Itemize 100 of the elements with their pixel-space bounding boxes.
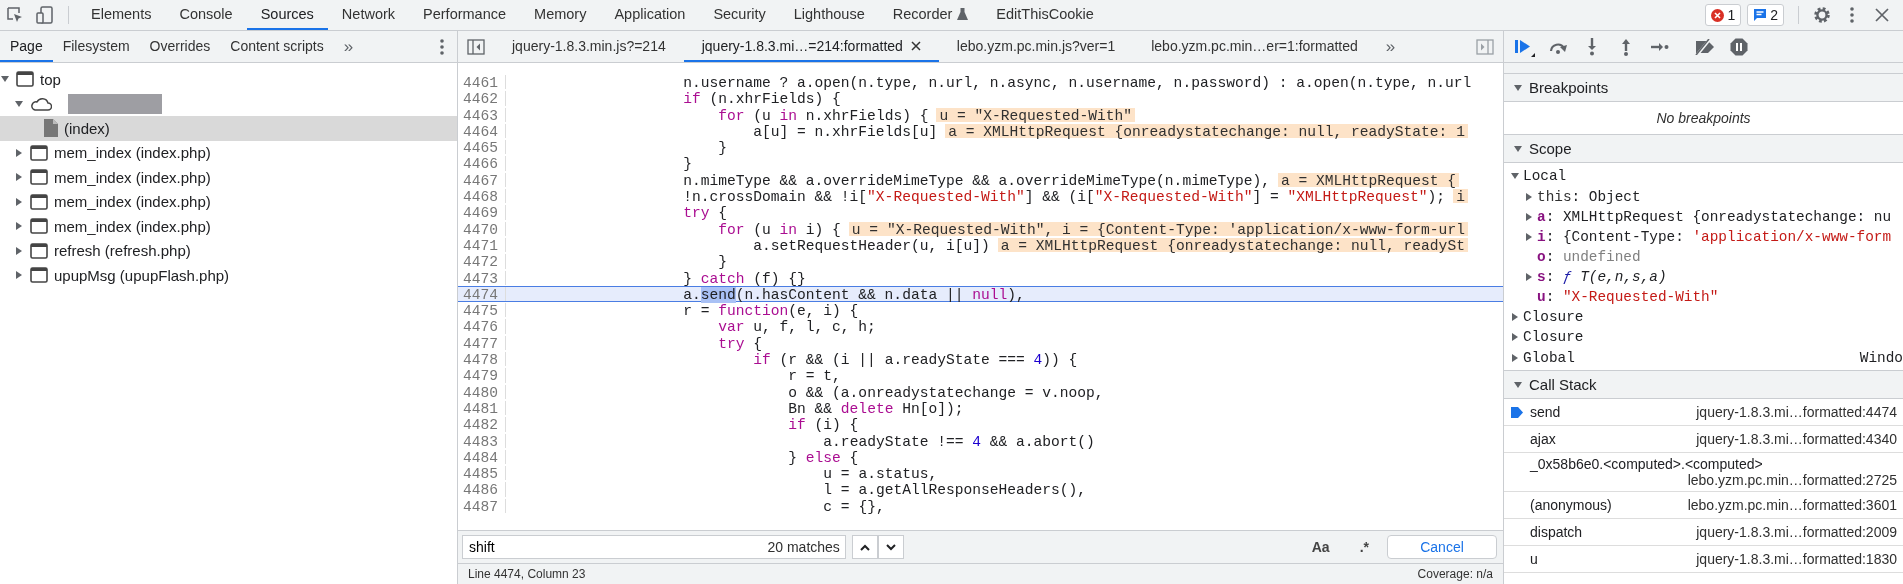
source-location[interactable]: jquery-1.8.3.mi…formatted:1830 (1686, 551, 1897, 567)
scope-group[interactable]: Local (1504, 166, 1903, 187)
disclosure-triangle-icon[interactable] (15, 222, 23, 231)
toggle-navigator-icon[interactable] (467, 38, 485, 55)
inspect-element-icon[interactable] (6, 6, 24, 24)
tree-item[interactable]: upupMsg (upupFlash.php) (0, 263, 457, 288)
disclosure-triangle-icon[interactable] (1, 75, 9, 84)
scope-variable: a: XMLHttpRequest {onreadystatechange: nu (1537, 208, 1892, 225)
tree-item[interactable]: mem_index (index.php) (0, 140, 457, 165)
call-frame[interactable]: (anonymous) lebo.yzm.pc.min…formatted:3601 (1504, 492, 1903, 519)
panel-tab[interactable]: Memory (520, 0, 601, 30)
navigator-tab[interactable]: Page (0, 31, 53, 62)
disclosure-triangle-icon[interactable] (15, 148, 23, 157)
line-number: 4482 (458, 417, 506, 432)
code-line: } catch (f) {} (683, 270, 806, 285)
panel-tab[interactable]: Recorder (878, 0, 983, 30)
file-tab[interactable]: jquery-1.8.3.mi…=214:formatted (683, 31, 939, 62)
settings-icon[interactable] (1813, 6, 1831, 24)
call-frame[interactable]: dispatch jquery-1.8.3.mi…formatted:2009 (1504, 519, 1903, 546)
source-location[interactable]: lebo.yzm.pc.min…formatted:3601 (1677, 497, 1897, 513)
navigator-tab[interactable]: Filesystem (52, 31, 140, 62)
regex-toggle[interactable]: .* (1347, 539, 1381, 555)
file-tab[interactable]: jquery-1.8.3.min.js?=214 (494, 31, 684, 62)
more-options-icon[interactable] (440, 38, 444, 55)
chevron-up-icon (859, 543, 870, 551)
panel-tab[interactable]: Lighthouse (779, 0, 879, 30)
code-line: } (683, 156, 692, 171)
disclosure-triangle-icon[interactable] (1511, 353, 1519, 362)
call-frame[interactable]: ajax jquery-1.8.3.mi…formatted:4340 (1504, 426, 1903, 453)
error-count-badge[interactable]: 1 (1705, 4, 1742, 26)
panel-tab[interactable]: Elements (77, 0, 166, 30)
scope-group[interactable]: Closure (1504, 327, 1903, 348)
match-case-toggle[interactable]: Aa (1299, 539, 1342, 555)
panel-tab[interactable]: Network (327, 0, 410, 30)
step-into-icon[interactable] (1587, 37, 1597, 56)
message-count-badge[interactable]: 2 (1747, 4, 1784, 26)
disclosure-triangle-icon[interactable] (1525, 212, 1533, 221)
code-line: c = {}, (823, 498, 885, 513)
more-options-icon[interactable] (1850, 7, 1854, 23)
toggle-debugger-icon[interactable] (1476, 38, 1494, 55)
device-toolbar-icon[interactable] (36, 6, 54, 24)
close-icon[interactable] (910, 40, 921, 51)
disclosure-triangle-icon[interactable] (1511, 333, 1519, 342)
section-header[interactable]: Breakpoints (1504, 74, 1903, 102)
disclosure-triangle-icon[interactable] (15, 173, 23, 182)
line-number: 4480 (458, 384, 506, 399)
tree-item[interactable]: mem_index (index.php) (0, 189, 457, 214)
tree-item-label: mem_index (index.php) (54, 144, 211, 162)
panel-tab[interactable]: Performance (409, 0, 521, 30)
section-header[interactable]: Scope (1504, 135, 1903, 163)
code-line: for (u in n.xhrFields) { (718, 107, 929, 122)
source-location[interactable]: lebo.yzm.pc.min…formatted:2725 (1677, 472, 1897, 488)
disclosure-triangle-icon[interactable] (1525, 192, 1533, 201)
pause-on-exceptions-icon[interactable] (1730, 37, 1748, 56)
panel-tab[interactable]: Application (600, 0, 700, 30)
tree-item[interactable]: top (0, 67, 457, 92)
tree-item[interactable]: mem_index (index.php) (0, 165, 457, 190)
disclosure-triangle-icon[interactable] (1514, 144, 1522, 153)
next-match-button[interactable] (877, 535, 904, 559)
error-icon (1711, 8, 1725, 22)
step-icon[interactable] (1651, 41, 1669, 52)
source-location[interactable]: jquery-1.8.3.mi…formatted:4340 (1686, 431, 1897, 447)
disclosure-triangle-icon[interactable] (1525, 272, 1533, 281)
disclosure-triangle-icon[interactable] (15, 271, 23, 280)
panel-tab[interactable]: Security (699, 0, 780, 30)
file-tab[interactable]: lebo.yzm.pc.min…er=1:formatted (1133, 31, 1376, 62)
frame-icon (30, 193, 48, 210)
more-tabs-button[interactable]: » (333, 31, 364, 62)
cancel-button[interactable]: Cancel (1387, 535, 1497, 559)
disclosure-triangle-icon[interactable] (1511, 172, 1519, 181)
navigator-tab[interactable]: Overrides (139, 31, 221, 62)
section-header[interactable]: Call Stack (1504, 371, 1903, 399)
disclosure-triangle-icon[interactable] (15, 99, 23, 108)
tree-item[interactable]: (index) (0, 116, 457, 141)
navigator-tab[interactable]: Content scripts (220, 31, 334, 62)
call-frame[interactable]: _0x58b6e0.<computed>.<computed> lebo.yzm.pc.min…formatted:2725 (1504, 453, 1903, 492)
deactivate-breakpoints-icon[interactable] (1694, 38, 1716, 55)
line-number: 4464 (458, 123, 506, 139)
call-frame[interactable]: u jquery-1.8.3.mi…formatted:1830 (1504, 546, 1903, 573)
file-tab[interactable]: lebo.yzm.pc.min.js?ver=1 (938, 31, 1134, 62)
disclosure-triangle-icon[interactable] (15, 197, 23, 206)
disclosure-triangle-icon[interactable] (1511, 312, 1519, 321)
call-frame[interactable]: send jquery-1.8.3.mi…formatted:4474 (1504, 399, 1903, 426)
tree-item[interactable]: mem_index (index.php) (0, 214, 457, 239)
disclosure-triangle-icon[interactable] (15, 246, 23, 255)
source-location[interactable]: jquery-1.8.3.mi…formatted:4474 (1686, 404, 1897, 420)
tree-item[interactable]: refresh (refresh.php) (0, 238, 457, 263)
previous-match-button[interactable] (851, 535, 878, 559)
step-out-icon[interactable] (1621, 37, 1631, 56)
more-tabs-button[interactable]: » (1375, 31, 1406, 62)
source-location[interactable]: jquery-1.8.3.mi…formatted:2009 (1686, 524, 1897, 540)
close-icon[interactable] (1875, 8, 1889, 22)
code-line: try { (683, 205, 727, 220)
scope-group[interactable]: Global Windo (1504, 347, 1903, 368)
scope-group[interactable]: Closure (1504, 306, 1903, 327)
panel-tab[interactable]: Console (165, 0, 247, 30)
disclosure-triangle-icon[interactable] (1525, 232, 1533, 241)
panel-tab[interactable]: EditThisCookie (982, 0, 1108, 30)
disclosure-triangle-icon[interactable] (1514, 380, 1522, 389)
disclosure-triangle-icon[interactable] (1514, 83, 1522, 92)
